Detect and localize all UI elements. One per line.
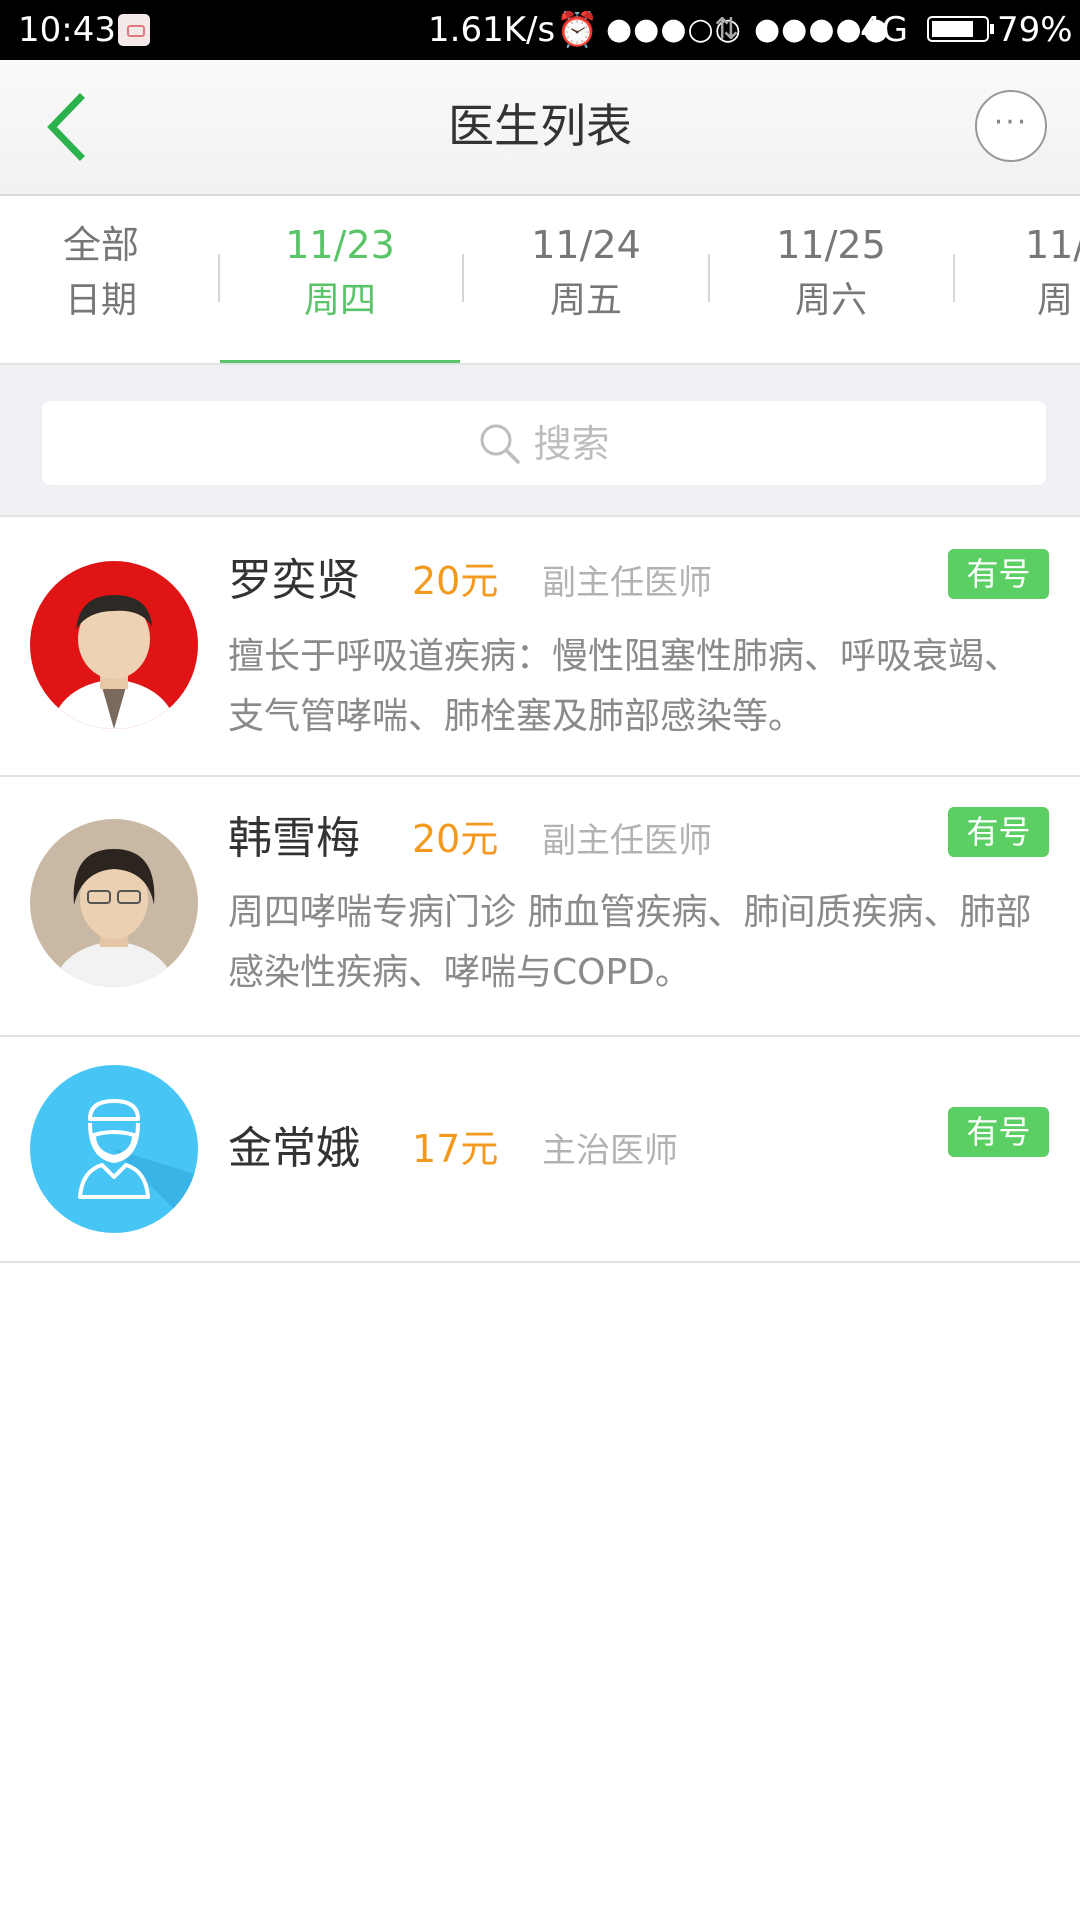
doctor-price: 20元: [412, 817, 499, 861]
tab-line1: 11/24: [531, 223, 641, 267]
battery-icon: [927, 16, 994, 42]
search-bar-container: 搜索: [0, 363, 1080, 517]
doctor-price: 20元: [412, 559, 499, 603]
availability-badge: 有号: [948, 1107, 1049, 1157]
doctor-photo-placeholder: [30, 561, 198, 729]
doctor-avatar: [30, 561, 198, 729]
doctor-title: 主治医师: [542, 1131, 678, 1171]
doctor-description: 周四哮喘专病门诊 肺血管疾病、肺间质疾病、肺部感染性疾病、哮喘与COPD。: [228, 892, 1032, 993]
tab-line2: 周五: [549, 280, 622, 321]
doctor-item[interactable]: 罗奕贤 20元 副主任医师 有号 擅长于呼吸道疾病：慢性阻塞性肺病、呼吸衰竭、支…: [0, 517, 1080, 777]
doctor-list: 罗奕贤 20元 副主任医师 有号 擅长于呼吸道疾病：慢性阻塞性肺病、呼吸衰竭、支…: [0, 517, 1080, 1263]
date-tabs: 全部 日期 11/23 周四 11/24 周五 11/25 周六 11/ 周: [0, 196, 1080, 363]
network-speed: 1.61K/s: [428, 10, 556, 50]
doctor-name: 韩雪梅: [228, 813, 360, 864]
doctor-avatar: [30, 1065, 198, 1233]
more-icon: ···: [993, 105, 1029, 140]
tab-line2: 周: [1037, 280, 1074, 321]
availability-badge: 有号: [948, 549, 1049, 599]
status-time: 10:43: [18, 10, 116, 50]
nav-bar: 医生列表 ···: [0, 60, 1080, 196]
tab-line1: 11/: [1025, 223, 1080, 267]
search-input-content: 搜索: [42, 417, 1046, 469]
tab-line2: 日期: [64, 280, 137, 321]
tab-divider: [462, 254, 464, 302]
search-placeholder: 搜索: [533, 421, 610, 466]
tab-date-11-26[interactable]: 11/ 周: [955, 196, 1080, 363]
doctor-title: 副主任医师: [542, 821, 712, 861]
doctor-avatar: [30, 819, 198, 987]
tab-line2: 周六: [794, 280, 867, 321]
tab-date-11-24[interactable]: 11/24 周五: [466, 196, 706, 363]
network-type: 4G: [860, 10, 908, 50]
battery-fill: [932, 21, 973, 37]
tab-date-11-25[interactable]: 11/25 周六: [711, 196, 951, 363]
tab-line2: 周四: [303, 280, 376, 321]
tab-all-dates[interactable]: 全部 日期: [0, 196, 221, 363]
availability-badge: 有号: [948, 807, 1049, 857]
data-transfer-icon: ⇅: [714, 12, 740, 47]
doctor-price: 17元: [412, 1127, 499, 1171]
tab-line1: 全部: [62, 223, 139, 267]
tab-line1: 11/23: [285, 223, 395, 267]
notification-icon: [118, 14, 150, 46]
search-input[interactable]: 搜索: [42, 401, 1046, 485]
more-button[interactable]: ···: [975, 90, 1047, 162]
tab-line1: 11/25: [776, 223, 886, 267]
tab-divider: [708, 254, 710, 302]
alarm-icon: ⏰: [556, 10, 599, 50]
default-doctor-icon: [30, 1065, 198, 1233]
search-icon: [480, 424, 521, 464]
doctor-photo-placeholder: [30, 819, 198, 987]
page-title: 医生列表: [448, 99, 632, 153]
tab-date-11-23[interactable]: 11/23 周四: [220, 196, 460, 363]
doctor-name: 罗奕贤: [228, 555, 360, 606]
doctor-name: 金常娥: [228, 1123, 360, 1174]
doctor-title: 副主任医师: [542, 563, 712, 603]
doctor-description: 擅长于呼吸道疾病：慢性阻塞性肺病、呼吸衰竭、支气管哮喘、肺栓塞及肺部感染等。: [228, 636, 1021, 737]
battery-percent: 79%: [997, 10, 1073, 50]
doctor-item[interactable]: 韩雪梅 20元 副主任医师 有号 周四哮喘专病门诊 肺血管疾病、肺间质疾病、肺部…: [0, 777, 1080, 1037]
status-bar: 10:43 1.61K/s ⏰ ●●●○○ ⇅ ●●●●● 4G 79%: [0, 0, 1080, 60]
doctor-item[interactable]: 金常娥 17元 主治医师 有号: [0, 1037, 1080, 1263]
